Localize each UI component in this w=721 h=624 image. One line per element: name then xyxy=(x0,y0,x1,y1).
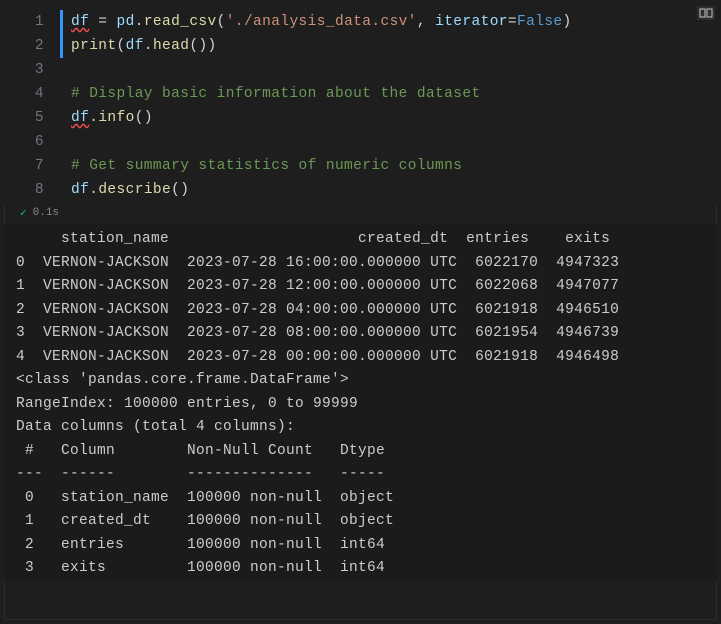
output-info-line: # Column Non-Null Count Dtype xyxy=(16,440,717,464)
line-number: 6 xyxy=(4,130,60,154)
code-line[interactable]: 6 xyxy=(4,130,717,154)
line-number: 8 xyxy=(4,178,60,202)
notebook-cell: 1 df = pd.read_csv('./analysis_data.csv',… xyxy=(4,4,717,620)
execution-time: 0.1s xyxy=(33,207,59,219)
check-icon: ✓ xyxy=(20,206,27,220)
output-data-row: 4 VERNON-JACKSON 2023-07-28 00:00:00.000… xyxy=(16,346,717,370)
output-data-row: 3 VERNON-JACKSON 2023-07-28 08:00:00.000… xyxy=(16,322,717,346)
code-text[interactable]: # Get summary statistics of numeric colu… xyxy=(71,154,462,178)
line-number: 3 xyxy=(4,58,60,82)
output-info-line: 2 entries 100000 non-null int64 xyxy=(16,534,717,558)
code-text[interactable]: # Display basic information about the da… xyxy=(71,82,481,106)
modified-gutter-icon xyxy=(60,34,63,58)
output-area: station_name created_dt entries exits0 V… xyxy=(4,224,717,581)
code-line[interactable]: 2 print(df.head()) xyxy=(4,34,717,58)
code-editor[interactable]: 1 df = pd.read_csv('./analysis_data.csv',… xyxy=(4,4,717,204)
line-number: 5 xyxy=(4,106,60,130)
execution-status: ✓ 0.1s xyxy=(4,204,717,224)
line-number: 7 xyxy=(4,154,60,178)
code-line[interactable]: 7 # Get summary statistics of numeric col… xyxy=(4,154,717,178)
output-info-line: <class 'pandas.core.frame.DataFrame'> xyxy=(16,369,717,393)
output-info-line: 0 station_name 100000 non-null object xyxy=(16,487,717,511)
code-line[interactable]: 1 df = pd.read_csv('./analysis_data.csv',… xyxy=(4,10,717,34)
cell-toolbar-button[interactable] xyxy=(697,6,715,20)
output-data-row: 0 VERNON-JACKSON 2023-07-28 16:00:00.000… xyxy=(16,252,717,276)
output-info-line: Data columns (total 4 columns): xyxy=(16,416,717,440)
code-line[interactable]: 4 # Display basic information about the d… xyxy=(4,82,717,106)
code-line[interactable]: 3 xyxy=(4,58,717,82)
code-line[interactable]: 8 df.describe() xyxy=(4,178,717,202)
code-text[interactable]: print(df.head()) xyxy=(71,34,217,58)
output-header-row: station_name created_dt entries exits xyxy=(16,228,717,252)
output-data-row: 1 VERNON-JACKSON 2023-07-28 12:00:00.000… xyxy=(16,275,717,299)
output-info-line: 3 exits 100000 non-null int64 xyxy=(16,557,717,581)
output-info-line: RangeIndex: 100000 entries, 0 to 99999 xyxy=(16,393,717,417)
code-line[interactable]: 5 df.info() xyxy=(4,106,717,130)
code-text[interactable]: df.describe() xyxy=(71,178,189,202)
line-number: 4 xyxy=(4,82,60,106)
code-text[interactable]: df = pd.read_csv('./analysis_data.csv', … xyxy=(71,10,572,34)
line-number: 1 xyxy=(4,10,60,34)
output-info-line: 1 created_dt 100000 non-null object xyxy=(16,510,717,534)
code-text[interactable]: df.info() xyxy=(71,106,153,130)
output-data-row: 2 VERNON-JACKSON 2023-07-28 04:00:00.000… xyxy=(16,299,717,323)
modified-gutter-icon xyxy=(60,10,63,34)
output-info-line: --- ------ -------------- ----- xyxy=(16,463,717,487)
line-number: 2 xyxy=(4,34,60,58)
